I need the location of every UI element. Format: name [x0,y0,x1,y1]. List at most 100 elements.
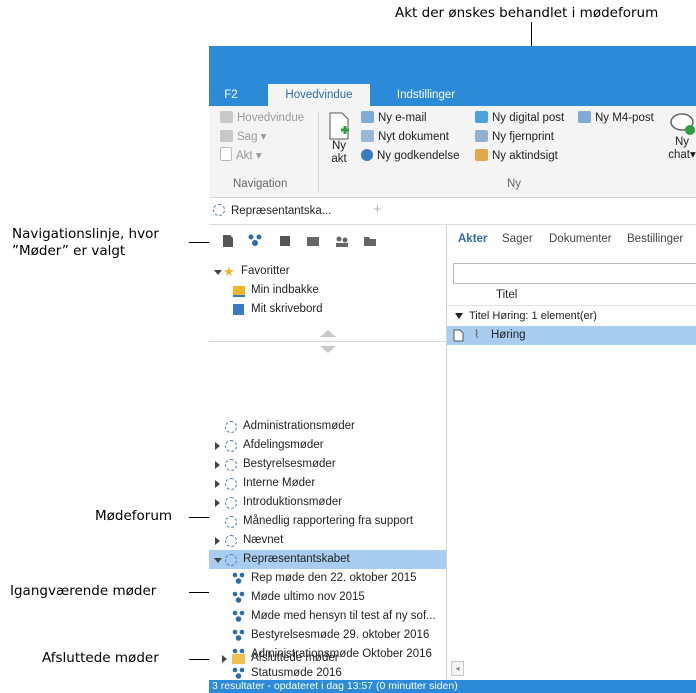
callout-selected-act: Akt der ønskes behandlet i mødeforum [395,5,659,21]
forum-label: Nævnet [243,534,284,546]
expand-arrow-icon [215,442,220,450]
status-text: 3 resultater - opdateret i dag 13:57 (0 … [212,680,458,692]
meeting-forum-icon [225,440,237,452]
meeting-label: Møde ultimo nov 2015 [251,591,365,603]
tab-hovedvindue[interactable]: Hovedvindue [268,84,370,106]
new-chat-button[interactable]: Ny chat▾ [667,112,696,174]
meeting-label: Rep møde den 22. oktober 2015 [251,572,417,584]
email-icon [361,111,374,123]
meeting-item[interactable]: Rep møde den 22. oktober 2015 [209,569,446,588]
new-approval-button[interactable]: Ny godkendelse [361,147,459,165]
forum-node[interactable]: Afdelingsmøder [209,436,446,455]
nav-hovedvindue-label: Hovedvindue [237,112,305,124]
callout-meeting-forum: Mødeforum [95,508,173,524]
new-chat-label-2: chat▾ [668,149,696,161]
forum-node[interactable]: Nævnet [209,531,446,550]
new-m4-post-button[interactable]: Ny M4-post [578,109,654,127]
meeting-item[interactable]: Bestyrelsesmøde 29. oktober 2016 [209,626,446,645]
meeting-forum-icon [225,478,237,490]
document-tab-bar: Repræsentantska... + [209,198,696,225]
folder-nav-icon[interactable] [363,234,377,248]
group-header[interactable]: Titel Høring: 1 element(er) [447,307,696,325]
forum-node[interactable]: Interne Møder [209,474,446,493]
expand-arrow-icon [215,537,220,545]
result-row-selected[interactable]: ⌇ Høring [447,326,696,345]
m4-post-icon [578,111,591,123]
tab-sager[interactable]: Sager [502,233,533,245]
favorites-node[interactable]: ★ Favoritter [209,262,446,281]
forum-node[interactable]: Administrationsmøder [209,417,446,436]
star-icon: ★ [223,264,235,279]
navigation-group-label: Navigation [233,178,288,190]
meeting-icon [232,629,245,641]
group-collapse-icon [455,313,463,319]
collapse-arrow-icon [214,558,222,563]
forum-node[interactable]: Bestyrelsesmøder [209,455,446,474]
new-group-label: Ny [507,178,522,190]
favorite-item-inbox[interactable]: Min indbakke [209,281,446,300]
tab-bestillinger[interactable]: Bestillinger [627,233,683,245]
mail-nav-icon[interactable] [306,234,320,248]
new-access-request-label: Ny aktindsigt [492,150,558,162]
inbox-icon [233,286,245,297]
folder-icon [232,654,245,664]
expand-arrow-icon [214,270,222,275]
forum-node[interactable]: Månedlig rapportering fra support [209,512,446,531]
status-bar: 3 resultater - opdateret i dag 13:57 (0 … [209,680,696,693]
meeting-item[interactable]: Møde med hensyn til test af ny sof... [209,607,446,626]
splitter[interactable] [209,341,446,342]
new-access-request-button[interactable]: Ny aktindsigt [475,147,558,165]
horizontal-scrollbar-left-button[interactable]: ◂ [451,661,464,676]
chat-icon [670,113,695,135]
ribbon-tab-bar: F2 Hovedvindue Indstillinger [209,84,696,106]
ribbon: Hovedvindue Sag ▾ Akt ▾ Navigation Ny ak… [209,106,696,198]
new-remote-print-button[interactable]: Ny fjernprint [475,128,554,146]
nav-sag-label: Sag [237,131,258,143]
meeting-label: Bestyrelsesmøde 29. oktober 2016 [251,629,430,641]
meeting-icon [232,610,245,622]
collapse-up-icon[interactable] [320,330,336,337]
tab-indstillinger[interactable]: Indstillinger [381,84,471,106]
meeting-label: Møde med hensyn til test af ny sof... [251,610,436,622]
expand-down-icon[interactable] [320,346,336,353]
expand-arrow-icon [215,461,220,469]
title-bar [209,46,696,84]
forum-label: Administrationsmøder [243,420,355,432]
new-approval-label: Ny godkendelse [377,150,460,162]
add-tab-icon[interactable]: + [373,201,382,218]
tab-dokumenter[interactable]: Dokumenter [549,233,612,245]
nav-sag-button[interactable]: Sag ▾ [220,128,266,146]
contacts-nav-icon[interactable] [335,234,349,248]
list-nav-icon[interactable] [278,234,292,248]
new-digital-post-button[interactable]: Ny digital post [475,109,564,127]
forum-node[interactable]: Introduktionsmøder [209,493,446,512]
finished-meetings-node[interactable]: Afsluttede møder [209,649,446,668]
column-header-title[interactable]: Titel [496,289,517,301]
doc-tab-representantskabet[interactable]: Repræsentantska... [213,203,331,220]
forum-label: Bestyrelsesmøder [243,458,336,470]
expand-arrow-icon [215,499,220,507]
tab-f2[interactable]: F2 [209,84,253,106]
new-act-button[interactable]: Ny akt [325,112,353,174]
new-document-button[interactable]: Nyt dokument [361,128,449,146]
callout-nav-text-1: Navigationslinje, hvor [12,226,159,242]
new-act-label-1: Ny [331,140,347,152]
new-email-button[interactable]: Ny e-mail [361,109,427,127]
desk-icon [233,304,244,315]
documents-nav-icon[interactable] [221,234,235,248]
meeting-forum-icon [225,554,237,566]
new-digital-post-label: Ny digital post [492,112,565,124]
case-icon [220,130,233,142]
meeting-forum-icon [225,459,237,471]
nav-akt-button[interactable]: Akt ▾ [220,147,262,165]
tab-akter[interactable]: Akter [458,233,487,245]
new-document-label: Nyt dokument [378,131,449,143]
inbox-label: Min indbakke [251,284,319,296]
forum-node-selected[interactable]: Repræsentantskabet [209,550,446,569]
search-input[interactable] [453,263,696,284]
meetings-nav-icon[interactable] [248,234,262,248]
favorite-item-desk[interactable]: Mit skrivebord [209,300,446,319]
favorites-label: Favoritter [241,265,290,277]
nav-hovedvindue-button[interactable]: Hovedvindue [220,109,304,127]
meeting-item[interactable]: Møde ultimo nov 2015 [209,588,446,607]
